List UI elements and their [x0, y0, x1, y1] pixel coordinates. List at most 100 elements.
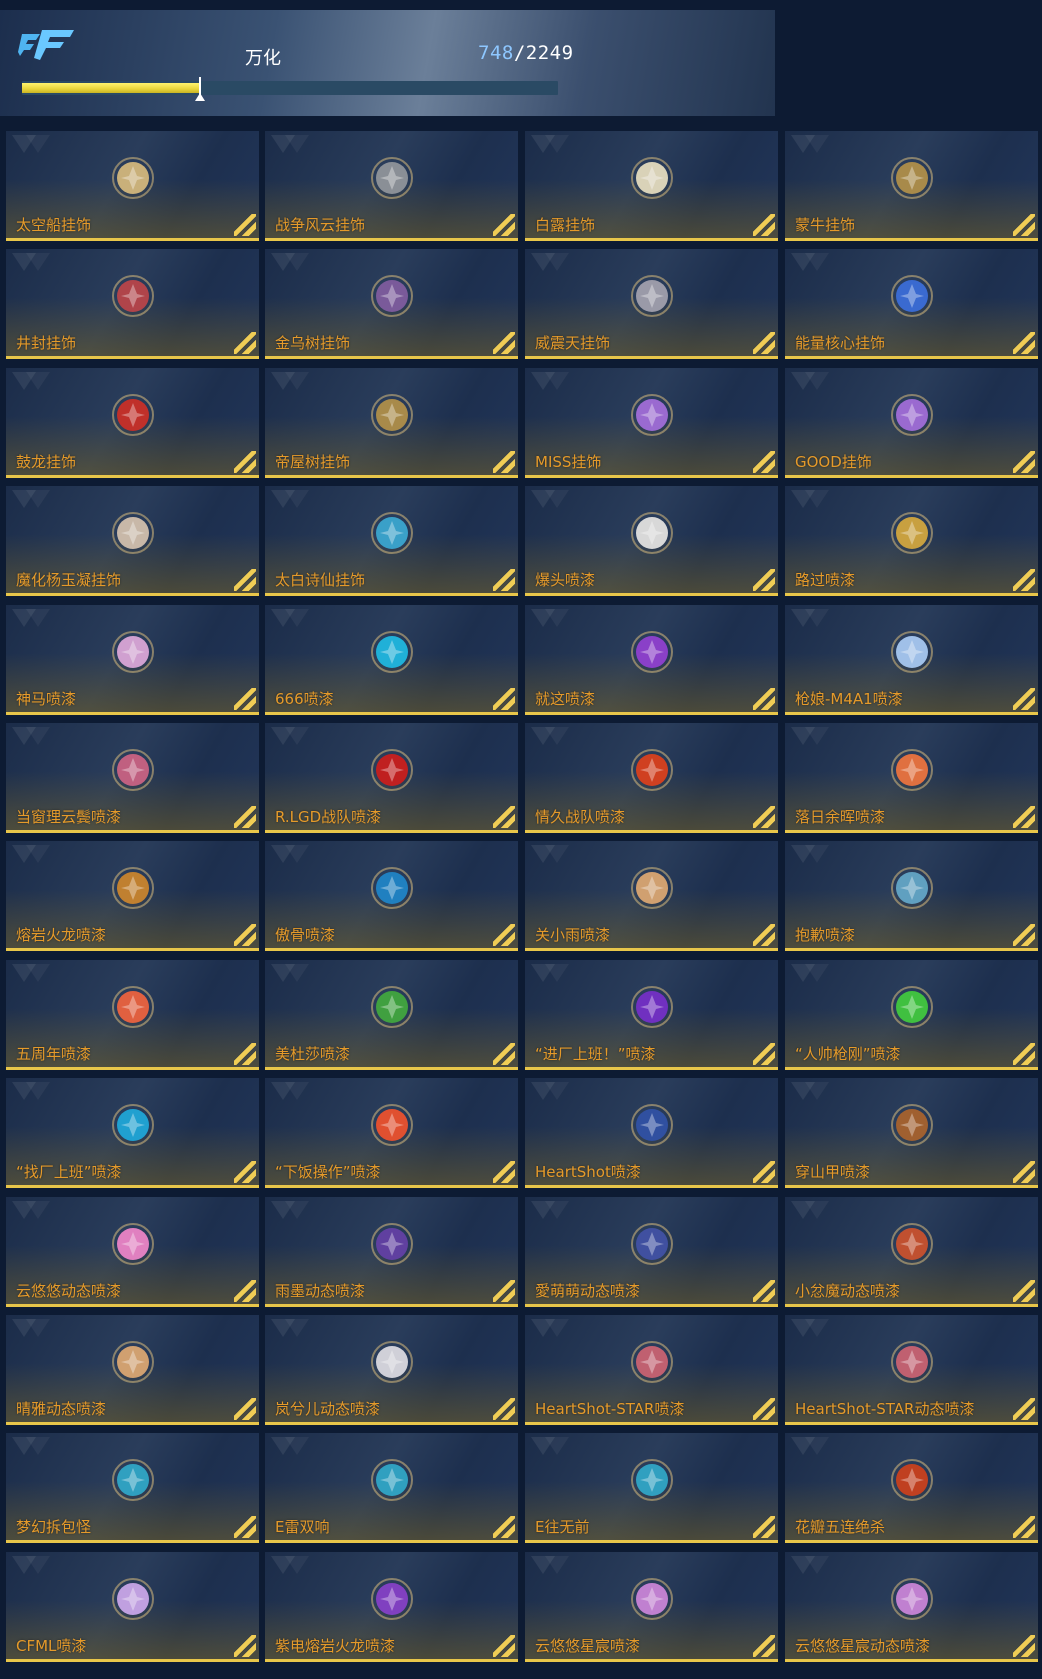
- item-label: 蒙牛挂饰: [795, 216, 856, 234]
- item-card[interactable]: 雨墨动态喷漆: [265, 1197, 518, 1307]
- corner-stripes: [1013, 332, 1035, 354]
- corner-stripes: [1013, 688, 1035, 710]
- item-card[interactable]: 路过喷漆: [785, 486, 1038, 596]
- item-card[interactable]: GOOD挂饰: [785, 368, 1038, 478]
- item-card[interactable]: CFML喷漆: [6, 1552, 259, 1662]
- card-decoration: [26, 490, 50, 508]
- item-card[interactable]: HeartShot-STAR动态喷漆: [785, 1315, 1038, 1425]
- item-icon: [367, 1574, 417, 1624]
- corner-stripes: [493, 332, 515, 354]
- item-card[interactable]: 枪娘-M4A1喷漆: [785, 605, 1038, 715]
- item-card[interactable]: 熔岩火龙喷漆: [6, 841, 259, 951]
- robot-charm-icon: [630, 275, 673, 317]
- item-card[interactable]: 梦幻拆包怪: [6, 1433, 259, 1543]
- item-icon: [108, 982, 158, 1032]
- item-card[interactable]: 战争风云挂饰: [265, 131, 518, 241]
- item-card[interactable]: “人帅枪刚”喷漆: [785, 960, 1038, 1070]
- card-decoration: [26, 964, 50, 982]
- card-decoration: [285, 609, 309, 627]
- item-icon: [108, 627, 158, 677]
- beast-charm-icon: [111, 275, 154, 317]
- item-icon: [367, 508, 417, 558]
- item-label: 枪娘-M4A1喷漆: [795, 690, 903, 708]
- item-card[interactable]: 花瓣五连绝杀: [785, 1433, 1038, 1543]
- item-card[interactable]: 金乌树挂饰: [265, 249, 518, 359]
- item-icon: [887, 508, 937, 558]
- item-label: CFML喷漆: [16, 1637, 87, 1655]
- tank-charm-icon: [370, 157, 413, 199]
- item-card[interactable]: HeartShot-STAR喷漆: [525, 1315, 778, 1425]
- item-label: HeartShot喷漆: [535, 1163, 641, 1181]
- item-card[interactable]: R.LGD战队喷漆: [265, 723, 518, 833]
- item-icon: [367, 153, 417, 203]
- item-label: HeartShot-STAR喷漆: [535, 1400, 685, 1418]
- item-card[interactable]: 穿山甲喷漆: [785, 1078, 1038, 1188]
- item-label: 井封挂饰: [16, 334, 77, 352]
- item-card[interactable]: HeartShot喷漆: [525, 1078, 778, 1188]
- item-card[interactable]: 就这喷漆: [525, 605, 778, 715]
- item-card[interactable]: 愛萌萌动态喷漆: [525, 1197, 778, 1307]
- item-card[interactable]: 爆头喷漆: [525, 486, 778, 596]
- item-card[interactable]: 当窗理云鬓喷漆: [6, 723, 259, 833]
- item-card[interactable]: “进厂上班！”喷漆: [525, 960, 778, 1070]
- item-card[interactable]: 太白诗仙挂饰: [265, 486, 518, 596]
- item-card[interactable]: 井封挂饰: [6, 249, 259, 359]
- corner-stripes: [753, 1516, 775, 1538]
- item-card[interactable]: 紫电熔岩火龙喷漆: [265, 1552, 518, 1662]
- item-card[interactable]: 小忿魔动态喷漆: [785, 1197, 1038, 1307]
- item-label: 愛萌萌动态喷漆: [535, 1282, 641, 1300]
- item-card[interactable]: 神马喷漆: [6, 605, 259, 715]
- item-icon: [367, 1337, 417, 1387]
- item-card[interactable]: 情久战队喷漆: [525, 723, 778, 833]
- item-label: 就这喷漆: [535, 690, 596, 708]
- item-card[interactable]: 关小雨喷漆: [525, 841, 778, 951]
- green-splash-spray-icon: [890, 986, 933, 1028]
- card-decoration: [545, 135, 569, 153]
- evolution-power-icon: [111, 1459, 154, 1501]
- item-icon: [108, 1574, 158, 1624]
- item-card[interactable]: 太空船挂饰: [6, 131, 259, 241]
- item-card[interactable]: 五周年喷漆: [6, 960, 259, 1070]
- item-card[interactable]: 能量核心挂饰: [785, 249, 1038, 359]
- item-card[interactable]: 鼓龙挂饰: [6, 368, 259, 478]
- item-card[interactable]: “下饭操作”喷漆: [265, 1078, 518, 1188]
- item-grid: 太空船挂饰 战争风云挂饰 白露挂饰 蒙牛挂饰井封挂饰 金乌树挂饰 威震天挂饰 能量核心挂饰鼓…: [0, 0, 1042, 1679]
- fire-dragon-spray-icon: [111, 867, 154, 909]
- star-girl-spray-icon: [890, 1578, 933, 1620]
- card-decoration: [285, 1201, 309, 1219]
- card-decoration: [545, 372, 569, 390]
- card-decoration: [805, 1082, 829, 1100]
- item-card[interactable]: 威震天挂饰: [525, 249, 778, 359]
- item-card[interactable]: MISS挂饰: [525, 368, 778, 478]
- item-card[interactable]: 抱歉喷漆: [785, 841, 1038, 951]
- item-card[interactable]: 白露挂饰: [525, 131, 778, 241]
- corner-stripes: [234, 1161, 256, 1183]
- corner-stripes: [493, 688, 515, 710]
- item-card[interactable]: 落日余晖喷漆: [785, 723, 1038, 833]
- item-card[interactable]: 魔化杨玉凝挂饰: [6, 486, 259, 596]
- item-icon: [887, 627, 937, 677]
- corner-stripes: [493, 806, 515, 828]
- miss-charm-icon: [630, 394, 673, 436]
- item-card[interactable]: 666喷漆: [265, 605, 518, 715]
- item-card[interactable]: 美杜莎喷漆: [265, 960, 518, 1070]
- item-card[interactable]: 帝屋树挂饰: [265, 368, 518, 478]
- corner-stripes: [753, 451, 775, 473]
- item-card[interactable]: 傲骨喷漆: [265, 841, 518, 951]
- item-card[interactable]: 岚兮儿动态喷漆: [265, 1315, 518, 1425]
- item-card[interactable]: “找厂上班”喷漆: [6, 1078, 259, 1188]
- horn-charm-icon: [890, 157, 933, 199]
- item-card[interactable]: E往无前: [525, 1433, 778, 1543]
- card-decoration: [26, 609, 50, 627]
- item-card[interactable]: 蒙牛挂饰: [785, 131, 1038, 241]
- item-card[interactable]: E雷双响: [265, 1433, 518, 1543]
- item-label: 穿山甲喷漆: [795, 1163, 871, 1181]
- item-icon: [627, 982, 677, 1032]
- item-card[interactable]: 云悠悠星宸动态喷漆: [785, 1552, 1038, 1662]
- item-card[interactable]: 云悠悠动态喷漆: [6, 1197, 259, 1307]
- item-label: 太空船挂饰: [16, 216, 92, 234]
- item-card[interactable]: 云悠悠星宸喷漆: [525, 1552, 778, 1662]
- twin-tail-girl-spray-icon: [111, 1341, 154, 1383]
- item-icon: [627, 1337, 677, 1387]
- item-card[interactable]: 晴雅动态喷漆: [6, 1315, 259, 1425]
